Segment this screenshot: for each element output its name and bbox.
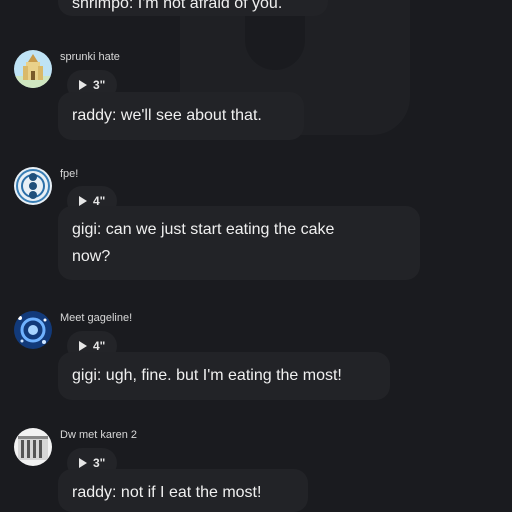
audio-duration: 3" <box>93 456 106 470</box>
message-bubble: raddy: we'll see about that. <box>58 92 304 140</box>
message-bubble: gigi: can we just start eating the cake … <box>58 206 420 280</box>
play-icon <box>79 458 87 468</box>
avatar[interactable] <box>14 50 52 88</box>
message-text: raddy: not if I eat the most! <box>72 484 262 501</box>
username[interactable]: Dw met karen 2 <box>60 429 137 441</box>
username[interactable]: sprunki hate <box>60 51 120 63</box>
username[interactable]: Meet gageline! <box>60 312 132 324</box>
message-text-line: gigi: can we just start eating the cake <box>72 221 335 238</box>
message-text: gigi: ugh, fine. but I'm eating the most… <box>72 367 342 384</box>
message-bubble: gigi: ugh, fine. but I'm eating the most… <box>58 352 390 400</box>
audio-duration: 3" <box>93 78 106 92</box>
audio-duration: 4" <box>93 339 106 353</box>
message-bubble-partial: shrimpo: I'm not afraid of you. <box>58 0 328 16</box>
play-icon <box>79 80 87 90</box>
avatar-robot-image <box>14 167 52 205</box>
avatar-building-image <box>14 428 52 466</box>
avatar-castle-image <box>14 50 52 88</box>
username[interactable]: fpe! <box>60 168 78 180</box>
message-bubble: raddy: not if I eat the most! <box>58 469 308 512</box>
chat-screen: shrimpo: I'm not afraid of you. sprunki … <box>0 0 512 512</box>
message-text: shrimpo: I'm not afraid of you. <box>72 0 283 12</box>
play-icon <box>79 196 87 206</box>
message-text-line: now? <box>72 248 111 265</box>
avatar[interactable] <box>14 428 52 466</box>
avatar[interactable] <box>14 311 52 349</box>
message-text: raddy: we'll see about that. <box>72 107 262 124</box>
play-icon <box>79 341 87 351</box>
avatar-night-sky-image <box>14 311 52 349</box>
avatar[interactable] <box>14 167 52 205</box>
